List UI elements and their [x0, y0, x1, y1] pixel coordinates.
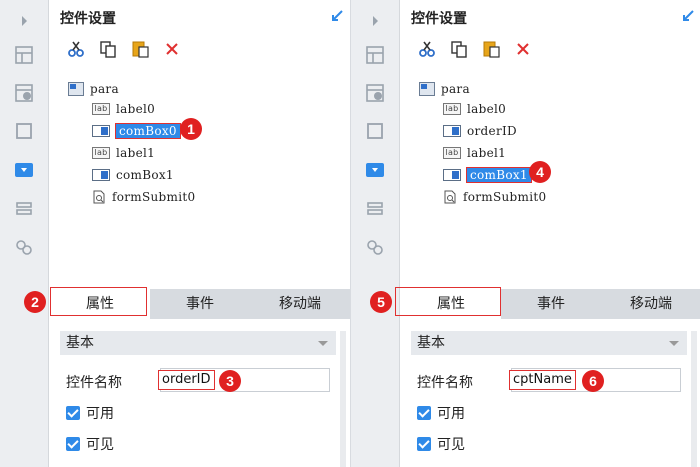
tree-root[interactable]: para — [68, 80, 119, 98]
info-layout-icon[interactable] — [364, 82, 386, 104]
widget-settings-pane: 控件设置 para lab label0 comBox0 lab label1 co… — [50, 0, 350, 467]
cut-icon[interactable] — [417, 39, 437, 59]
section-basic[interactable]: 基本 — [411, 331, 687, 355]
checkbox-checked-icon — [417, 437, 431, 451]
tree-root[interactable]: para — [419, 80, 470, 98]
step-marker: 5 — [370, 291, 392, 313]
step-marker: 4 — [529, 161, 551, 183]
tab-mobile[interactable]: 移动端 — [250, 289, 350, 319]
checkbox-checked-icon — [417, 406, 431, 420]
tab-events[interactable]: 事件 — [501, 289, 601, 319]
property-tabs: 属性 事件 移动端 — [401, 289, 700, 319]
chevron-down-icon — [669, 341, 679, 346]
widget-stack-icon[interactable] — [13, 198, 35, 220]
enabled-checkbox[interactable]: 可用 — [66, 403, 114, 423]
pane-title: 控件设置 — [60, 11, 116, 27]
tree-item[interactable]: orderID — [443, 122, 517, 140]
sidebar-rail — [0, 0, 49, 467]
copy-icon[interactable] — [98, 39, 118, 59]
widget-stack-icon[interactable] — [364, 198, 386, 220]
tree-item[interactable]: lab label0 — [92, 100, 155, 118]
link-icon[interactable] — [13, 236, 35, 258]
form-submit-icon — [93, 190, 105, 204]
widget-name-value[interactable]: orderID — [158, 370, 215, 390]
parameter-panel-icon — [419, 82, 435, 96]
expand-arrow-icon[interactable] — [13, 10, 35, 32]
widget-settings-pane: 控件设置 para lab label0 orderID lab label1 co… — [395, 0, 700, 467]
frame-icon[interactable] — [13, 120, 35, 142]
visible-checkbox[interactable]: 可见 — [66, 434, 114, 454]
tab-mobile[interactable]: 移动端 — [601, 289, 700, 319]
right-panel: 控件设置 para lab label0 orderID lab label1 co… — [350, 0, 700, 467]
checkbox-checked-icon — [66, 406, 80, 420]
label-icon: lab — [443, 103, 461, 115]
edit-toolbar — [417, 38, 533, 60]
label-icon: lab — [92, 147, 110, 159]
visible-checkbox[interactable]: 可见 — [417, 434, 465, 454]
expand-arrow-icon[interactable] — [364, 10, 386, 32]
scrollbar[interactable] — [691, 331, 697, 467]
tree-item-selected[interactable]: comBox1 — [443, 166, 532, 184]
combobox-icon[interactable] — [7, 157, 41, 185]
label-icon: lab — [443, 147, 461, 159]
info-layout-icon[interactable] — [13, 82, 35, 104]
copy-icon[interactable] — [449, 39, 469, 59]
widget-name-label: 控件名称 — [417, 375, 473, 391]
widget-name-value[interactable]: cptName — [509, 370, 576, 390]
layout-icon[interactable] — [13, 44, 35, 66]
paste-icon[interactable] — [130, 39, 150, 59]
tab-properties[interactable]: 属性 — [401, 289, 501, 319]
frame-icon[interactable] — [364, 120, 386, 142]
sidebar-rail — [351, 0, 400, 467]
label-icon: lab — [92, 103, 110, 115]
scrollbar[interactable] — [340, 331, 346, 467]
tree-item[interactable]: lab label1 — [92, 144, 155, 162]
tree-item[interactable]: comBox1 — [92, 166, 174, 184]
enabled-checkbox[interactable]: 可用 — [417, 403, 465, 423]
checkbox-checked-icon — [66, 437, 80, 451]
left-panel: 控件设置 para lab label0 comBox0 lab label1 co… — [0, 0, 350, 467]
combobox-icon — [92, 169, 110, 181]
step-marker: 1 — [180, 118, 202, 140]
step-marker: 6 — [582, 370, 604, 392]
pane-title: 控件设置 — [411, 11, 467, 27]
tab-properties[interactable]: 属性 — [50, 289, 150, 319]
combobox-icon — [443, 169, 461, 181]
tree-item[interactable]: lab label1 — [443, 144, 506, 162]
widget-name-label: 控件名称 — [66, 375, 122, 391]
paste-icon[interactable] — [481, 39, 501, 59]
combobox-icon — [443, 125, 461, 137]
collapse-icon[interactable] — [330, 8, 344, 22]
parameter-panel-icon — [68, 82, 84, 96]
cut-icon[interactable] — [66, 39, 86, 59]
link-icon[interactable] — [364, 236, 386, 258]
combobox-icon[interactable] — [358, 157, 392, 185]
layout-icon[interactable] — [364, 44, 386, 66]
form-submit-icon — [444, 190, 456, 204]
delete-icon[interactable] — [513, 39, 533, 59]
collapse-icon[interactable] — [681, 8, 695, 22]
tree-item-selected[interactable]: comBox0 — [92, 122, 181, 140]
tree-item[interactable]: formSubmit0 — [92, 188, 195, 206]
chevron-down-icon — [318, 341, 328, 346]
section-basic[interactable]: 基本 — [60, 331, 336, 355]
edit-toolbar — [66, 38, 182, 60]
step-marker: 3 — [219, 370, 241, 392]
combobox-icon — [92, 125, 110, 137]
tree-item[interactable]: lab label0 — [443, 100, 506, 118]
delete-icon[interactable] — [162, 39, 182, 59]
step-marker: 2 — [24, 291, 46, 313]
tab-events[interactable]: 事件 — [150, 289, 250, 319]
tree-item[interactable]: formSubmit0 — [443, 188, 546, 206]
property-tabs: 属性 事件 移动端 — [50, 289, 350, 319]
